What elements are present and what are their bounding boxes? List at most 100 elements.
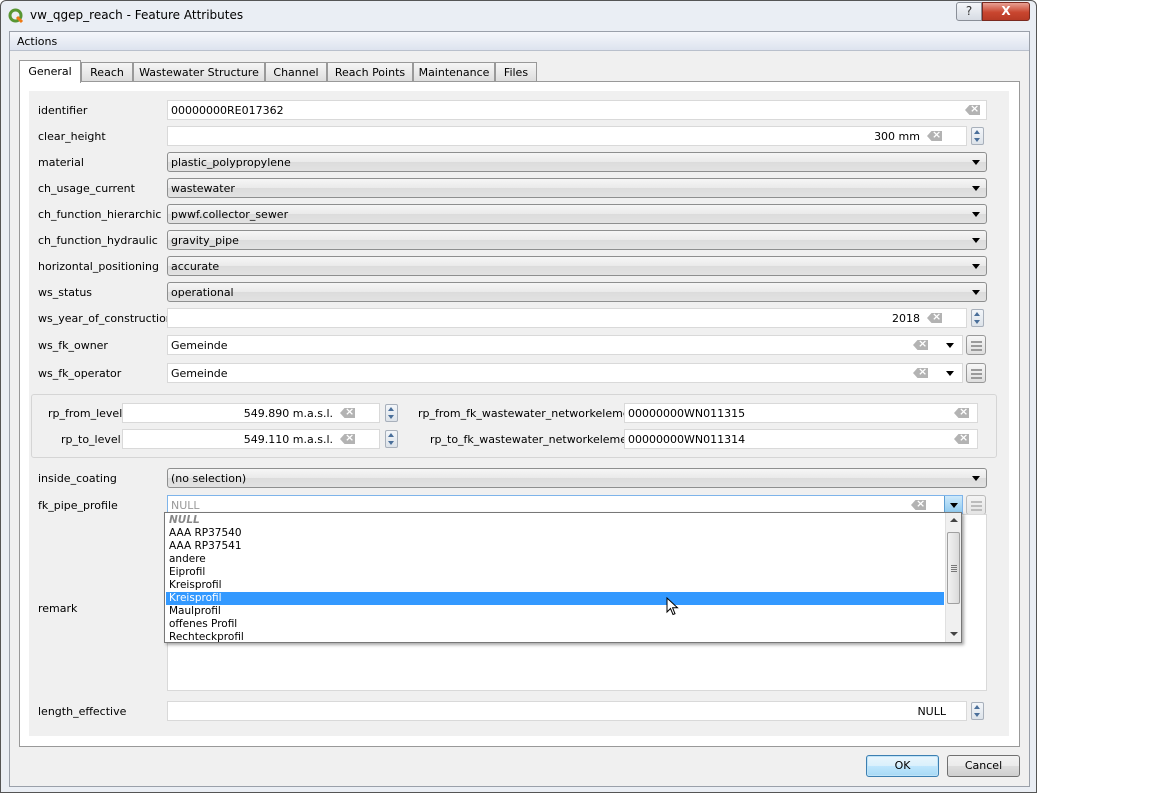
fk-pipe-profile-placeholder: NULL: [171, 499, 200, 512]
clear-height-label: clear_height: [38, 130, 106, 143]
ws-year-of-construction-input[interactable]: 2018: [167, 308, 967, 328]
clear-icon[interactable]: [954, 434, 969, 444]
chevron-down-icon: [950, 503, 958, 508]
rp-to-fk-label: rp_to_fk_wastewater_networkelement: [430, 433, 639, 446]
mouse-cursor-icon: [666, 597, 679, 616]
ws-year-of-construction-spinbox[interactable]: 2018: [167, 308, 987, 328]
open-form-button[interactable]: [966, 495, 986, 515]
rp-to-fk-field[interactable]: 00000000WN011314: [624, 429, 978, 449]
cancel-button[interactable]: Cancel: [947, 755, 1020, 777]
dropdown-option-highlighted[interactable]: Kreisprofil: [166, 592, 944, 605]
rp-from-level-input[interactable]: 549.890 m.a.s.l.: [122, 403, 380, 423]
chevron-down-icon[interactable]: [972, 476, 980, 481]
actions-bar[interactable]: Actions: [10, 32, 1029, 51]
inside-coating-combobox[interactable]: (no selection): [167, 468, 987, 488]
ws-fk-owner-field[interactable]: Gemeinde: [167, 335, 963, 355]
dropdown-option[interactable]: Kreisprofil: [166, 579, 944, 592]
tab-reach-points[interactable]: Reach Points: [327, 62, 413, 82]
dropdown-option[interactable]: andere: [166, 553, 944, 566]
rp-from-level-value: 549.890 m.a.s.l.: [243, 407, 333, 420]
chevron-down-icon[interactable]: [946, 371, 954, 376]
tab-reach[interactable]: Reach: [81, 62, 133, 82]
spinner-arrows-icon[interactable]: [971, 702, 984, 720]
scroll-down-icon[interactable]: [950, 632, 958, 636]
tab-channel[interactable]: Channel: [265, 62, 327, 82]
horizontal-positioning-combobox[interactable]: accurate: [167, 256, 987, 276]
rp-from-fk-field[interactable]: 00000000WN011315: [624, 403, 978, 423]
chevron-down-icon[interactable]: [972, 186, 980, 191]
title-bar[interactable]: vw_qgep_reach - Feature Attributes ? X: [1, 1, 1036, 31]
scrollbar-thumb[interactable]: [947, 532, 960, 604]
inside-coating-label: inside_coating: [38, 472, 117, 485]
clear-icon[interactable]: [913, 340, 928, 350]
general-tab-pane: identifier 00000000RE017362 clear_height…: [19, 81, 1020, 747]
inside-coating-value: (no selection): [171, 472, 247, 485]
ws-fk-operator-value: Gemeinde: [171, 367, 228, 380]
dropdown-scrollbar[interactable]: [945, 513, 961, 642]
rp-from-level-label: rp_from_level: [48, 407, 123, 420]
actions-label[interactable]: Actions: [17, 35, 57, 48]
close-button[interactable]: X: [982, 2, 1030, 21]
length-effective-label: length_effective: [38, 705, 127, 718]
material-label: material: [38, 156, 84, 169]
ch-usage-current-combobox[interactable]: wastewater: [167, 178, 987, 198]
ws-status-label: ws_status: [38, 286, 93, 299]
material-combobox[interactable]: plastic_polypropylene: [167, 152, 987, 172]
dropdown-option[interactable]: AAA RP37540: [166, 527, 944, 540]
spinner-arrows-icon[interactable]: [385, 430, 398, 448]
ws-fk-operator-field[interactable]: Gemeinde: [167, 363, 963, 383]
rp-to-level-value: 549.110 m.a.s.l.: [243, 433, 333, 446]
spinner-arrows-icon[interactable]: [971, 127, 984, 145]
scroll-up-icon[interactable]: [950, 518, 958, 522]
dropdown-option[interactable]: NULL: [166, 514, 944, 527]
ch-function-hierarchic-combobox[interactable]: pwwf.collector_sewer: [167, 204, 987, 224]
ch-function-hydraulic-combobox[interactable]: gravity_pipe: [167, 230, 987, 250]
clear-icon[interactable]: [965, 105, 980, 115]
clear-height-spinbox[interactable]: 300 mm: [167, 126, 987, 146]
open-form-button[interactable]: [966, 335, 986, 355]
pipe-profile-dropdown-list[interactable]: NULL AAA RP37540 AAA RP37541 andere Eipr…: [164, 512, 962, 643]
clear-icon[interactable]: [911, 500, 926, 510]
spinner-arrows-icon[interactable]: [385, 404, 398, 422]
clear-icon[interactable]: [954, 408, 969, 418]
clear-icon[interactable]: [927, 313, 942, 323]
dropdown-option[interactable]: Eiprofil: [166, 566, 944, 579]
clear-icon[interactable]: [340, 434, 355, 444]
rp-to-level-input[interactable]: 549.110 m.a.s.l.: [122, 429, 380, 449]
open-form-button[interactable]: [966, 363, 986, 383]
ch-function-hierarchic-value: pwwf.collector_sewer: [171, 208, 289, 221]
rp-from-fk-label: rp_from_fk_wastewater_networkelement: [418, 407, 641, 420]
length-effective-input[interactable]: NULL: [167, 701, 967, 721]
identifier-field[interactable]: 00000000RE017362: [167, 100, 987, 120]
qgis-logo-icon: [8, 8, 24, 24]
help-button[interactable]: ?: [956, 2, 982, 21]
identifier-value: 00000000RE017362: [171, 104, 284, 117]
window-title: vw_qgep_reach - Feature Attributes: [30, 8, 244, 22]
ws-status-combobox[interactable]: operational: [167, 282, 987, 302]
clear-icon[interactable]: [340, 408, 355, 418]
dropdown-option[interactable]: Rechteckprofil: [166, 631, 944, 644]
reach-points-group: rp_from_level 549.890 m.a.s.l. rp_to_lev…: [31, 394, 997, 458]
fk-pipe-profile-label: fk_pipe_profile: [38, 499, 118, 512]
horizontal-positioning-label: horizontal_positioning: [38, 260, 159, 273]
length-effective-value: NULL: [917, 705, 946, 718]
chevron-down-icon[interactable]: [946, 343, 954, 348]
spinner-arrows-icon[interactable]: [971, 309, 984, 327]
dropdown-option[interactable]: offenes Profil: [166, 618, 944, 631]
ok-button[interactable]: OK: [866, 755, 939, 777]
clear-icon[interactable]: [913, 368, 928, 378]
chevron-down-icon[interactable]: [972, 238, 980, 243]
length-effective-spinbox[interactable]: NULL: [167, 701, 987, 721]
chevron-down-icon[interactable]: [972, 290, 980, 295]
chevron-down-icon[interactable]: [972, 212, 980, 217]
dropdown-option[interactable]: Maulprofil: [166, 605, 944, 618]
clear-icon[interactable]: [927, 131, 942, 141]
tab-general[interactable]: General: [19, 60, 81, 83]
tab-files[interactable]: Files: [495, 62, 537, 82]
clear-height-input[interactable]: 300 mm: [167, 126, 967, 146]
tab-wastewater-structure[interactable]: Wastewater Structure: [133, 62, 265, 82]
chevron-down-icon[interactable]: [972, 264, 980, 269]
tab-maintenance[interactable]: Maintenance: [413, 62, 495, 82]
dropdown-option[interactable]: AAA RP37541: [166, 540, 944, 553]
chevron-down-icon[interactable]: [972, 160, 980, 165]
